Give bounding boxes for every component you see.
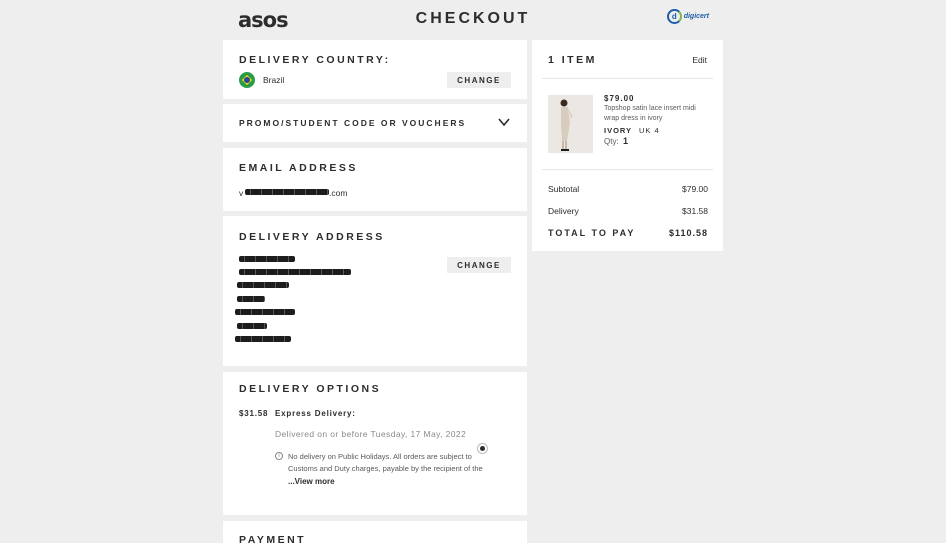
digicert-badge: d digicert — [667, 7, 709, 25]
digicert-badge-text: digicert — [683, 12, 709, 20]
payment-card: PAYMENT — [223, 521, 527, 543]
address-street-redacted — [239, 269, 351, 275]
subtotal-label: Subtotal — [548, 184, 580, 194]
delivery-country-card: DELIVERY COUNTRY: Brazil CHANGE — [223, 40, 527, 99]
item-name-line1[interactable]: Topshop satin lace insert midi — [604, 105, 696, 112]
delivery-address-card: DELIVERY ADDRESS CHANGE — [223, 216, 527, 366]
item-qty-label: Qty: — [604, 137, 619, 146]
email-redacted — [245, 189, 329, 195]
bag-title: 1 ITEM — [548, 54, 597, 66]
promo-title: PROMO/STUDENT CODE OR VOUCHERS — [239, 118, 467, 128]
email-card: EMAIL ADDRESS v .com — [223, 148, 527, 211]
product-figure — [548, 95, 593, 153]
divider — [542, 78, 713, 79]
delivery-options-card: DELIVERY OPTIONS $31.58 Express Delivery… — [223, 372, 527, 515]
delivery-options-title: DELIVERY OPTIONS — [239, 383, 382, 395]
item-name-line2[interactable]: wrap dress in ivory — [604, 115, 662, 122]
change-country-button[interactable]: CHANGE — [447, 72, 511, 88]
delivery-option-method[interactable]: Express Delivery: — [275, 409, 356, 418]
promo-card[interactable]: PROMO/STUDENT CODE OR VOUCHERS — [223, 104, 527, 142]
subtotal-value: $79.00 — [682, 184, 708, 194]
address-phone-redacted — [235, 336, 291, 342]
delivery-address-title: DELIVERY ADDRESS — [239, 231, 385, 243]
info-icon: i — [275, 452, 283, 460]
item-qty-value[interactable]: 1 — [623, 136, 628, 146]
email-suffix: .com — [329, 188, 348, 198]
delivery-value: $31.58 — [682, 206, 708, 216]
change-address-button[interactable]: CHANGE — [447, 257, 511, 273]
brazil-flag-icon — [239, 72, 255, 88]
edit-bag-link[interactable]: Edit — [692, 55, 707, 65]
address-name-redacted — [239, 256, 295, 262]
delivery-option-eta: Delivered on or before Tuesday, 17 May, … — [275, 429, 467, 439]
email-title: EMAIL ADDRESS — [239, 162, 358, 174]
radio-selected-icon[interactable] — [477, 443, 488, 454]
email-prefix: v — [239, 188, 244, 198]
delivery-note-line2: Customs and Duty charges, payable by the… — [288, 464, 483, 473]
view-more-link[interactable]: ...View more — [288, 477, 335, 486]
total-value: $110.58 — [668, 228, 708, 238]
delivery-country-value: Brazil — [263, 75, 285, 85]
address-postcode-redacted — [235, 309, 295, 315]
item-color: IVORY — [604, 126, 633, 135]
digicert-badge-icon: d — [667, 8, 682, 24]
address-district-redacted — [237, 282, 289, 288]
total-label: TOTAL TO PAY — [548, 228, 636, 238]
chevron-down-icon[interactable] — [498, 116, 510, 128]
address-country-redacted — [237, 323, 267, 329]
delivery-country-title: DELIVERY COUNTRY: — [239, 54, 391, 66]
delivery-option-price: $31.58 — [239, 409, 269, 418]
item-size: UK 4 — [639, 126, 660, 135]
payment-title: PAYMENT — [239, 534, 307, 543]
address-city-redacted — [237, 296, 265, 302]
delivery-note-line1: No delivery on Public Holidays. All orde… — [288, 452, 472, 461]
header: asos CHECKOUT d digicert — [0, 0, 946, 38]
page-title: CHECKOUT — [415, 10, 531, 27]
item-price: $79.00 — [604, 94, 635, 103]
delivery-label: Delivery — [548, 206, 579, 216]
divider — [542, 169, 713, 170]
product-image[interactable] — [548, 95, 593, 153]
